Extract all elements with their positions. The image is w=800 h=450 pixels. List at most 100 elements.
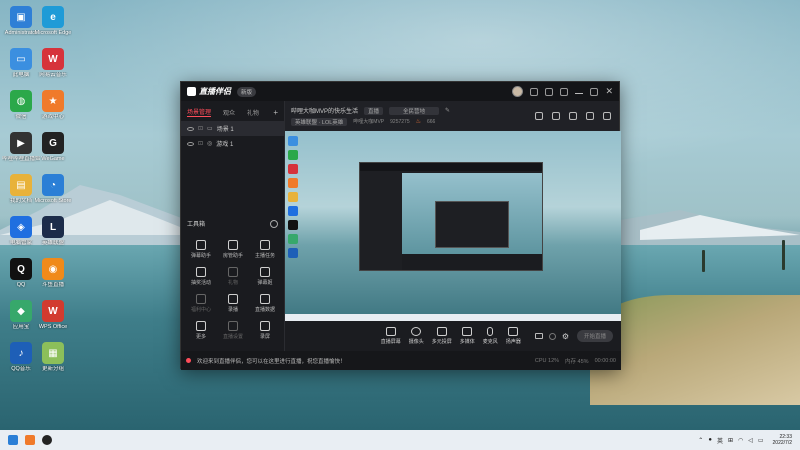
tool-icon xyxy=(260,240,270,250)
tool-item[interactable]: 房管助手 xyxy=(217,240,249,259)
clock[interactable]: 22:33 2022/7/2 xyxy=(773,434,792,446)
tool-item[interactable]: 礼物 xyxy=(217,267,249,286)
bell-icon[interactable] xyxy=(586,112,594,120)
cast-button[interactable]: 多元投屏 xyxy=(432,327,452,345)
shore xyxy=(590,295,800,405)
app-icon: ◈ xyxy=(10,216,32,238)
room-info: 哔哩大咖MVP的快乐生活 直播 全民营地 ✎ 英雄联盟 · LOL英雄 哔哩大咖… xyxy=(285,101,619,131)
screen-capture-button[interactable]: 直播屏幕 xyxy=(381,327,401,345)
app-icon: ▦ xyxy=(42,342,64,364)
tool-label: 主播任务 xyxy=(254,253,275,259)
app-icon: W xyxy=(42,48,64,70)
tool-item[interactable]: 更多 xyxy=(185,321,217,340)
toolbox-title: 工具箱 xyxy=(187,222,206,228)
cpu-stat: CPU 12% xyxy=(534,357,560,364)
desktop-icon[interactable]: W 网易云音乐 xyxy=(34,48,72,79)
category-pill[interactable]: 英雄联盟 · LOL英雄 xyxy=(291,117,348,126)
tab-audience[interactable]: 观众 xyxy=(223,108,235,117)
desktop-icon[interactable]: ★ 游戏中心 xyxy=(34,90,72,121)
app-icon: G xyxy=(42,132,64,154)
microphone-button[interactable]: 麦克风 xyxy=(483,327,498,345)
host-name: 哔哩大咖MVP xyxy=(353,119,385,125)
tool-item[interactable]: 福利中心 xyxy=(185,294,217,313)
wifi-icon[interactable]: ◠ xyxy=(738,437,743,444)
share-icon[interactable] xyxy=(535,112,543,120)
toolbox-header: 工具箱 xyxy=(187,219,278,228)
edit-icon[interactable]: ✎ xyxy=(445,107,450,114)
lock-icon[interactable]: ⊡ xyxy=(198,140,203,147)
grid-icon[interactable]: ⊞ xyxy=(728,437,733,444)
desktop-icon[interactable]: W WPS Office xyxy=(34,300,72,331)
tool-item[interactable]: 直播数据 xyxy=(249,294,281,313)
collapse-icon[interactable] xyxy=(270,219,278,228)
message-icon[interactable] xyxy=(530,87,539,96)
gear-icon[interactable]: ⚙ xyxy=(562,332,569,341)
record-icon[interactable] xyxy=(534,333,543,339)
desktop-icon[interactable]: L 英雄联盟 xyxy=(34,216,72,247)
qq-tray-icon[interactable]: ● xyxy=(708,437,712,443)
app-icon: ◔ xyxy=(42,174,64,196)
control-bar: 直播屏幕 摄像头 多元投屏 多媒体 麦克风 扬声器 ⚙ 开始直播 xyxy=(285,321,621,351)
scene-item[interactable]: ⊡ ▭ 场景 1 xyxy=(181,121,284,136)
maximize-icon[interactable] xyxy=(590,87,599,96)
speaker-button[interactable]: 扬声器 xyxy=(506,327,521,345)
tool-label: 更多 xyxy=(195,334,206,340)
scene-label: 场景 1 xyxy=(216,127,234,133)
tool-label: 弹幕姬 xyxy=(257,280,273,286)
tool-item[interactable]: 抽奖活动 xyxy=(185,267,217,286)
minimize-icon[interactable] xyxy=(575,89,584,94)
desktop-icon[interactable]: ◉ 斗鱼直播 xyxy=(34,258,72,289)
live-timer: 00:00:00 xyxy=(594,357,616,364)
eye-icon[interactable] xyxy=(187,141,194,146)
start-live-button[interactable]: 开始直播 xyxy=(577,330,613,342)
tool-item[interactable]: 主播任务 xyxy=(249,240,281,259)
tool-item[interactable]: 弹幕助手 xyxy=(185,240,217,259)
camera-button[interactable]: 摄像头 xyxy=(409,327,424,345)
left-panel: 场景管理 观众 礼物 + ⊡ ▭ 场景 1 ⊡ ◎ 游戏 1 工具箱 弹幕助手 房… xyxy=(181,101,285,351)
app-icon: ▤ xyxy=(10,174,32,196)
battery-icon[interactable]: ▭ xyxy=(758,437,764,444)
avatar[interactable] xyxy=(512,86,524,97)
lang-indicator[interactable]: 英 xyxy=(717,436,723,445)
app-title: 直播伴侣 xyxy=(199,87,231,96)
timer-icon[interactable] xyxy=(548,332,556,340)
date: 2022/7/2 xyxy=(772,440,792,446)
tree xyxy=(782,240,785,270)
tab-scenes[interactable]: 场景管理 xyxy=(187,107,212,117)
tool-item[interactable]: 直播设置 xyxy=(217,321,249,340)
room-tag[interactable]: 直播 xyxy=(364,106,384,115)
app-logo-icon xyxy=(187,87,196,96)
status-bar: 欢迎来到直播伴侣，您可以在这里进行直播，祝您直播愉快！ CPU 12% 内存 4… xyxy=(181,351,621,370)
tool-item[interactable]: 弹幕姬 xyxy=(249,267,281,286)
lock-icon[interactable]: ⊡ xyxy=(198,125,203,132)
volume-icon[interactable]: ◁ xyxy=(748,437,753,444)
tab-gifts[interactable]: 礼物 xyxy=(247,108,259,117)
tool-icon xyxy=(228,267,238,277)
close-icon[interactable]: ✕ xyxy=(605,86,613,97)
desktop-icon[interactable]: ◔ Microsoft Store xyxy=(34,174,72,205)
eye-icon[interactable] xyxy=(187,126,194,131)
lock-icon[interactable] xyxy=(552,112,560,120)
version-badge[interactable]: 新版 xyxy=(237,86,257,97)
desktop-icon[interactable]: G WeGame xyxy=(34,132,72,163)
scene-item[interactable]: ⊡ ◎ 游戏 1 xyxy=(181,136,284,151)
share-link-icon[interactable] xyxy=(603,112,611,120)
add-scene-button[interactable]: + xyxy=(273,108,278,117)
live-preview[interactable] xyxy=(285,131,621,321)
live-companion-taskbar-icon[interactable] xyxy=(42,435,52,445)
menu-icon[interactable] xyxy=(560,87,569,96)
room-title[interactable]: 哔哩大咖MVP的快乐生活 xyxy=(291,106,358,115)
app-icon: W xyxy=(42,300,64,322)
desktop-icon[interactable]: ▦ 更新分组 xyxy=(34,342,72,373)
tool-item[interactable]: 录播 xyxy=(217,294,249,313)
windows-start-icon[interactable] xyxy=(8,435,18,445)
desktop-icon[interactable]: e Microsoft Edge xyxy=(34,6,72,37)
settings-icon[interactable] xyxy=(569,112,577,120)
media-button[interactable]: 多媒体 xyxy=(460,327,475,345)
skin-icon[interactable] xyxy=(545,87,554,96)
tool-item[interactable]: 录屏 xyxy=(249,321,281,340)
room-tag[interactable]: 全民营地 xyxy=(389,106,440,115)
app-icon: ▭ xyxy=(10,48,32,70)
app-taskbar-icon[interactable] xyxy=(25,435,35,445)
chevron-up-icon[interactable]: ⌃ xyxy=(698,437,703,444)
